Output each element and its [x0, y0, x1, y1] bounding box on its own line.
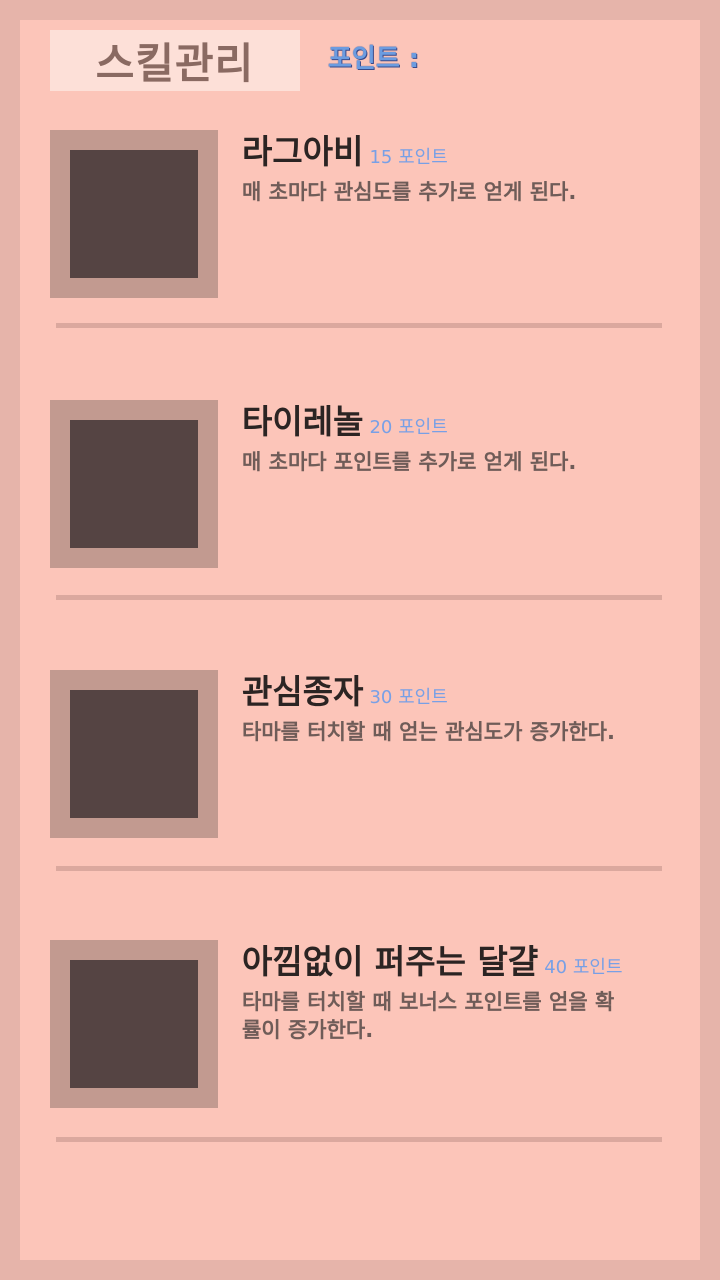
skill-info: 라그아비 15 포인트 매 초마다 관심도를 추가로 얻게 된다.: [242, 132, 672, 206]
skill-icon: [70, 960, 198, 1088]
divider: [56, 866, 662, 871]
skill-info: 관심종자 30 포인트 타마를 터치할 때 얻는 관심도가 증가한다.: [242, 672, 672, 746]
skill-name-row: 관심종자 30 포인트: [242, 672, 672, 718]
skill-icon-frame[interactable]: [50, 400, 218, 568]
skill-name: 라그아비: [242, 132, 364, 171]
skill-icon: [70, 150, 198, 278]
skill-icon: [70, 690, 198, 818]
skill-cost: 30 포인트: [369, 687, 448, 708]
skill-name-row: 타이레놀 20 포인트: [242, 402, 672, 448]
skill-name-row: 라그아비 15 포인트: [242, 132, 672, 178]
skill-panel: 스킬관리 포인트 : 라그아비 15 포인트 매 초마다 관심도를 추가로 얻게 …: [20, 20, 700, 1260]
skill-info: 타이레놀 20 포인트 매 초마다 포인트를 추가로 얻게 된다.: [242, 402, 672, 476]
skill-name-row: 아낌없이 퍼주는 달걀 40 포인트: [242, 942, 672, 988]
skill-description: 타마를 터치할 때 얻는 관심도가 증가한다.: [242, 720, 615, 744]
skill-icon: [70, 420, 198, 548]
skill-name: 아낌없이 퍼주는 달걀: [242, 942, 539, 981]
divider: [56, 323, 662, 328]
skill-description: 매 초마다 관심도를 추가로 얻게 된다.: [242, 180, 577, 204]
skill-icon-frame[interactable]: [50, 130, 218, 298]
skill-cost: 40 포인트: [544, 957, 623, 978]
skill-icon-frame[interactable]: [50, 670, 218, 838]
skill-name: 관심종자: [242, 672, 364, 711]
skill-icon-frame[interactable]: [50, 940, 218, 1108]
divider: [56, 595, 662, 600]
skill-description: 타마를 터치할 때 보너스 포인트를 얻을 확률이 증가한다.: [242, 990, 615, 1042]
skill-info: 아낌없이 퍼주는 달걀 40 포인트 타마를 터치할 때 보너스 포인트를 얻을 …: [242, 942, 672, 1044]
skill-cost: 20 포인트: [369, 417, 448, 438]
points-label: 포인트 :: [328, 44, 420, 74]
page-title: 스킬관리: [95, 39, 255, 88]
divider: [56, 1137, 662, 1142]
skill-description: 매 초마다 포인트를 추가로 얻게 된다.: [242, 450, 577, 474]
skill-name: 타이레놀: [242, 402, 364, 441]
skill-cost: 15 포인트: [369, 147, 448, 168]
title-box: 스킬관리: [50, 30, 300, 91]
